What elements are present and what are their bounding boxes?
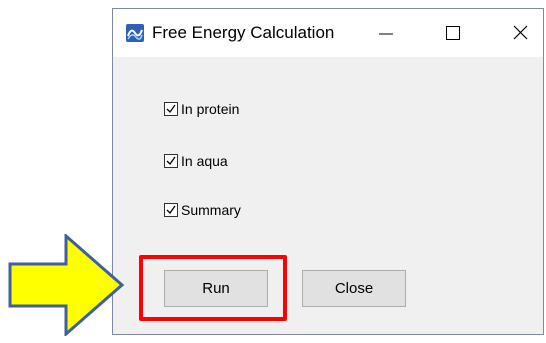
minimize-button[interactable] (364, 9, 408, 57)
run-highlight-box (139, 255, 287, 321)
checkmark-icon (166, 156, 176, 166)
close-button[interactable]: Close (302, 270, 406, 307)
in-protein-label: In protein (181, 101, 240, 117)
close-icon (513, 25, 528, 40)
checkmark-icon (166, 104, 176, 114)
in-aqua-label: In aqua (181, 153, 228, 169)
maximize-icon (446, 26, 460, 40)
maximize-button[interactable] (431, 9, 475, 57)
window-title: Free Energy Calculation (152, 23, 335, 42)
pointer-arrow-icon (8, 234, 125, 336)
checkbox-in-protein[interactable] (164, 102, 178, 116)
checkbox-summary[interactable] (164, 203, 178, 217)
summary-label: Summary (181, 202, 241, 218)
minimize-icon (379, 33, 393, 35)
checkmark-icon (166, 205, 176, 215)
title-bar[interactable]: Free Energy Calculation (113, 9, 543, 57)
app-logo-icon (126, 24, 144, 42)
checkbox-in-aqua[interactable] (164, 154, 178, 168)
close-window-button[interactable] (499, 9, 543, 57)
